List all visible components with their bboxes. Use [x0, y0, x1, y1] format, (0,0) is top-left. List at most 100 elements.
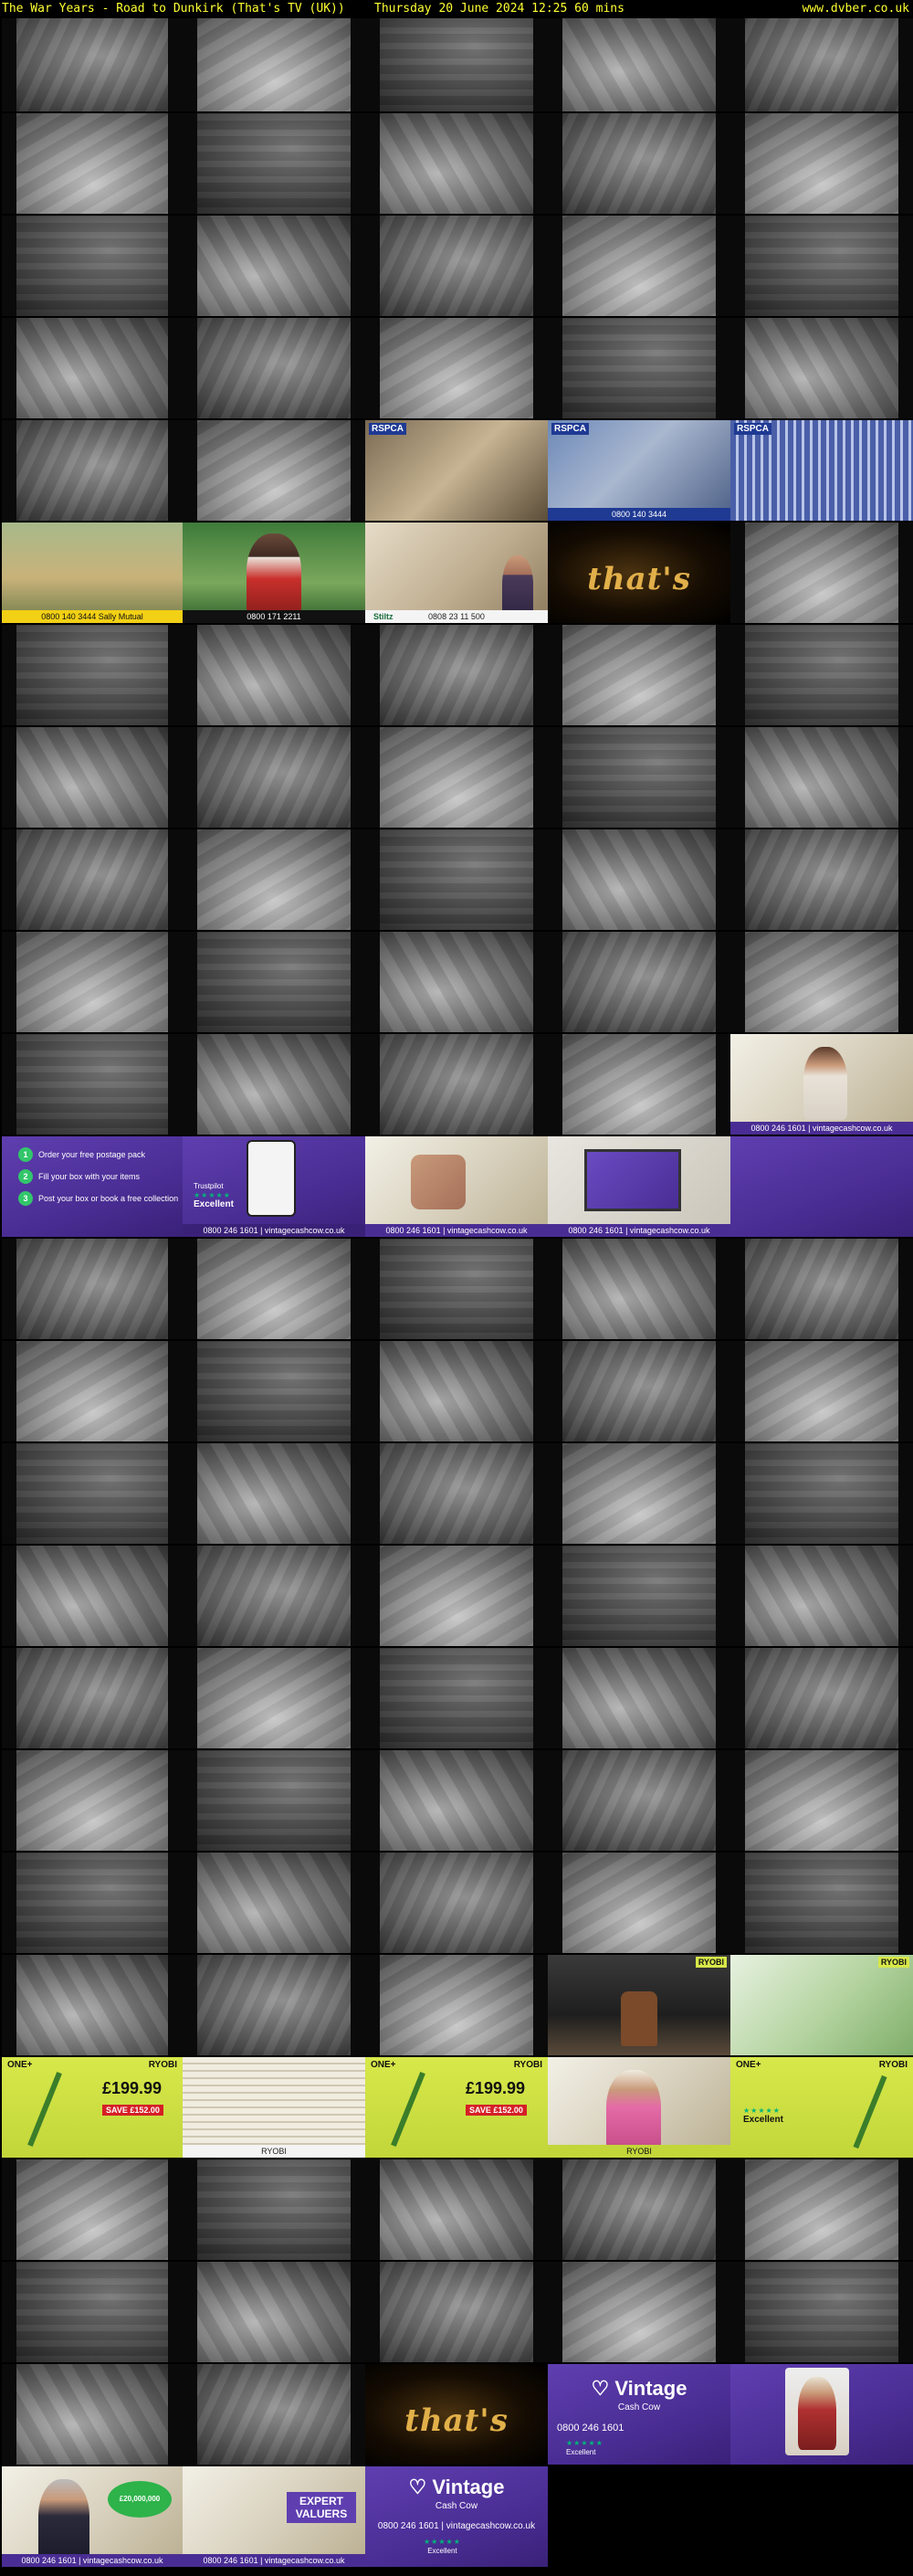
ad-thumbnail[interactable]: 0808 23 11 500 Stiltz	[365, 523, 548, 623]
film-thumbnail[interactable]	[365, 1443, 548, 1544]
film-thumbnail[interactable]	[548, 1443, 730, 1544]
film-thumbnail[interactable]	[730, 1341, 913, 1441]
film-thumbnail[interactable]	[183, 1750, 365, 1851]
film-thumbnail[interactable]	[365, 625, 548, 725]
film-thumbnail[interactable]	[2, 1750, 183, 1851]
film-thumbnail[interactable]	[548, 1546, 730, 1646]
ad-thumbnail[interactable]: ♡ Vintage Cash Cow 0800 246 1601 | vintage…	[365, 2466, 548, 2567]
ad-thumbnail[interactable]: 0800 140 3444 Sally Mutual	[2, 523, 183, 623]
film-thumbnail[interactable]	[183, 1341, 365, 1441]
film-thumbnail[interactable]	[548, 1648, 730, 1748]
film-thumbnail[interactable]	[183, 1239, 365, 1339]
film-thumbnail[interactable]	[365, 318, 548, 418]
film-thumbnail[interactable]	[365, 1955, 548, 2055]
ad-thumbnail[interactable]: 0800 246 1601 | vintagecashcow.co.uk	[548, 1136, 730, 1237]
ad-thumbnail[interactable]: Trustpilot ★★★★★ Excellent 0800 246 1601 | …	[183, 1136, 365, 1237]
film-thumbnail[interactable]	[548, 318, 730, 418]
film-thumbnail[interactable]	[2, 1955, 183, 2055]
ad-thumbnail[interactable]: 0800 246 1601 | vintagecashcow.co.uk	[730, 1034, 913, 1135]
film-thumbnail[interactable]	[365, 829, 548, 930]
film-thumbnail[interactable]	[2, 625, 183, 725]
film-thumbnail[interactable]	[2, 2159, 183, 2260]
film-thumbnail[interactable]	[2, 1443, 183, 1544]
ad-thumbnail[interactable]: that's	[548, 523, 730, 623]
film-thumbnail[interactable]	[730, 318, 913, 418]
film-thumbnail[interactable]	[365, 1853, 548, 1953]
ad-thumbnail[interactable]: ONE+ RYOBI ★★★★★ Excellent	[730, 2057, 913, 2158]
film-thumbnail[interactable]	[730, 216, 913, 316]
film-thumbnail[interactable]	[183, 1955, 365, 2055]
film-thumbnail[interactable]	[365, 2159, 548, 2260]
ad-thumbnail[interactable]: RSPCA	[730, 420, 913, 521]
film-thumbnail[interactable]	[365, 1546, 548, 1646]
film-thumbnail[interactable]	[730, 2262, 913, 2362]
film-thumbnail[interactable]	[2, 727, 183, 828]
film-thumbnail[interactable]	[730, 625, 913, 725]
ad-thumbnail[interactable]: RYOBI	[730, 1955, 913, 2055]
ad-thumbnail[interactable]: 0800 171 2211	[183, 523, 365, 623]
film-thumbnail[interactable]	[730, 1546, 913, 1646]
film-thumbnail[interactable]	[183, 113, 365, 214]
film-thumbnail[interactable]	[365, 1648, 548, 1748]
film-thumbnail[interactable]	[183, 2159, 365, 2260]
film-thumbnail[interactable]	[365, 1750, 548, 1851]
film-thumbnail[interactable]	[730, 932, 913, 1032]
film-thumbnail[interactable]	[183, 625, 365, 725]
film-thumbnail[interactable]	[730, 11, 913, 111]
film-thumbnail[interactable]	[365, 1341, 548, 1441]
film-thumbnail[interactable]	[730, 523, 913, 623]
film-thumbnail[interactable]	[548, 932, 730, 1032]
film-thumbnail[interactable]	[730, 727, 913, 828]
film-thumbnail[interactable]	[365, 216, 548, 316]
film-thumbnail[interactable]	[2, 829, 183, 930]
ad-thumbnail[interactable]: £20,000,000 0800 246 1601 | vintagecashco…	[2, 2466, 183, 2567]
film-thumbnail[interactable]	[548, 1750, 730, 1851]
film-thumbnail[interactable]	[2, 216, 183, 316]
film-thumbnail[interactable]	[183, 1443, 365, 1544]
film-thumbnail[interactable]	[2, 11, 183, 111]
film-thumbnail[interactable]	[548, 1239, 730, 1339]
film-thumbnail[interactable]	[548, 2159, 730, 2260]
ad-thumbnail[interactable]: RSPCA	[365, 420, 548, 521]
film-thumbnail[interactable]	[2, 1648, 183, 1748]
film-thumbnail[interactable]	[183, 1034, 365, 1135]
film-thumbnail[interactable]	[183, 727, 365, 828]
ad-thumbnail[interactable]: ONE+ RYOBI £199.99 SAVE £152.00	[2, 2057, 183, 2158]
film-thumbnail[interactable]	[2, 1546, 183, 1646]
film-thumbnail[interactable]	[183, 216, 365, 316]
film-thumbnail[interactable]	[2, 2364, 183, 2465]
film-thumbnail[interactable]	[365, 727, 548, 828]
film-thumbnail[interactable]	[548, 2262, 730, 2362]
film-thumbnail[interactable]	[548, 727, 730, 828]
ad-thumbnail[interactable]	[730, 2364, 913, 2465]
film-thumbnail[interactable]	[365, 2262, 548, 2362]
film-thumbnail[interactable]	[548, 216, 730, 316]
film-thumbnail[interactable]	[2, 932, 183, 1032]
ad-thumbnail[interactable]: RYOBI	[548, 2057, 730, 2158]
film-thumbnail[interactable]	[548, 11, 730, 111]
film-thumbnail[interactable]	[730, 1648, 913, 1748]
film-thumbnail[interactable]	[183, 11, 365, 111]
film-thumbnail[interactable]	[548, 113, 730, 214]
film-thumbnail[interactable]	[548, 1034, 730, 1135]
film-thumbnail[interactable]	[365, 1239, 548, 1339]
site-url[interactable]: www.dvber.co.uk	[803, 1, 909, 17]
film-thumbnail[interactable]	[183, 420, 365, 521]
film-thumbnail[interactable]	[2, 113, 183, 214]
film-thumbnail[interactable]	[183, 1853, 365, 1953]
film-thumbnail[interactable]	[548, 1853, 730, 1953]
film-thumbnail[interactable]	[183, 2364, 365, 2465]
ad-thumbnail[interactable]: EXPERT VALUERS 0800 246 1601 | vintagecas…	[183, 2466, 365, 2567]
film-thumbnail[interactable]	[2, 1239, 183, 1339]
film-thumbnail[interactable]	[548, 829, 730, 930]
film-thumbnail[interactable]	[730, 2159, 913, 2260]
film-thumbnail[interactable]	[730, 113, 913, 214]
film-thumbnail[interactable]	[365, 1034, 548, 1135]
film-thumbnail[interactable]	[548, 625, 730, 725]
ad-thumbnail[interactable]: ♡ Vintage Cash Cow 0800 246 1601 ★★★★★ Excel…	[548, 2364, 730, 2465]
film-thumbnail[interactable]	[730, 1443, 913, 1544]
film-thumbnail[interactable]	[730, 1750, 913, 1851]
ad-thumbnail[interactable]: 0800 246 1601 | vintagecashcow.co.uk	[365, 1136, 548, 1237]
film-thumbnail[interactable]	[730, 1853, 913, 1953]
ad-thumbnail[interactable]: that's	[365, 2364, 548, 2465]
